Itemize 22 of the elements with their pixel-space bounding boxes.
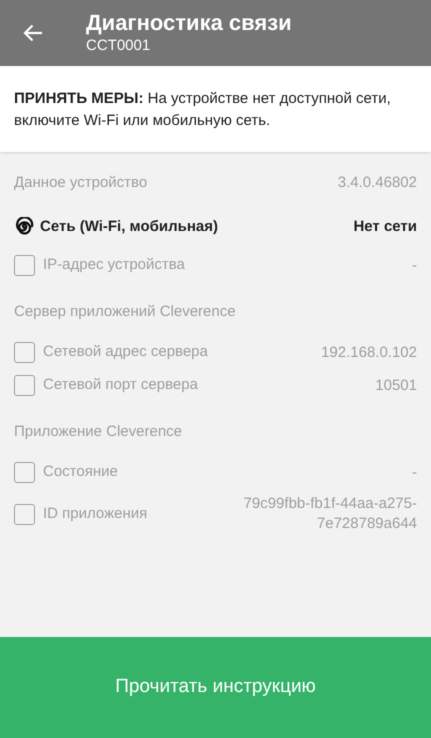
row-value: Нет сети [353, 216, 417, 237]
row-label: Состояние [43, 462, 118, 482]
notice-text: ПРИНЯТЬ МЕРЫ: На устройстве нет доступной сети, включите Wi-Fi или мобильную сеть. [14, 89, 392, 131]
back-icon [23, 24, 43, 42]
row-label: Сетевой адрес сервера [43, 342, 208, 362]
row-value: - [411, 256, 417, 276]
row-label: IP-адрес устройства [43, 255, 185, 276]
row-value: 10501 [374, 376, 417, 396]
window-subtitle: CCT0001 [86, 36, 152, 56]
row-value: 3.4.0.46802 [338, 172, 417, 193]
row-label: Данное устройство [14, 172, 148, 193]
row-label: Сетевой порт сервера [43, 375, 198, 396]
section-title: Сервер приложений Cleverence [14, 302, 236, 322]
row-value: 79c99fbb-fb1f-44aa-a275-7e728789a644 [242, 494, 417, 534]
row-label: ID приложения [43, 504, 148, 524]
row-value: 192.168.0.102 [320, 342, 417, 362]
row-value: - [411, 462, 417, 482]
window-title: Диагностика связи [86, 10, 292, 36]
read-instructions-button[interactable]: Прочитать инструкцию [0, 637, 431, 738]
spiral-icon [14, 217, 34, 237]
row-label: Сеть (Wi-Fi, мобильная) [40, 216, 218, 237]
section-title: Приложение Cleverence [14, 422, 182, 442]
